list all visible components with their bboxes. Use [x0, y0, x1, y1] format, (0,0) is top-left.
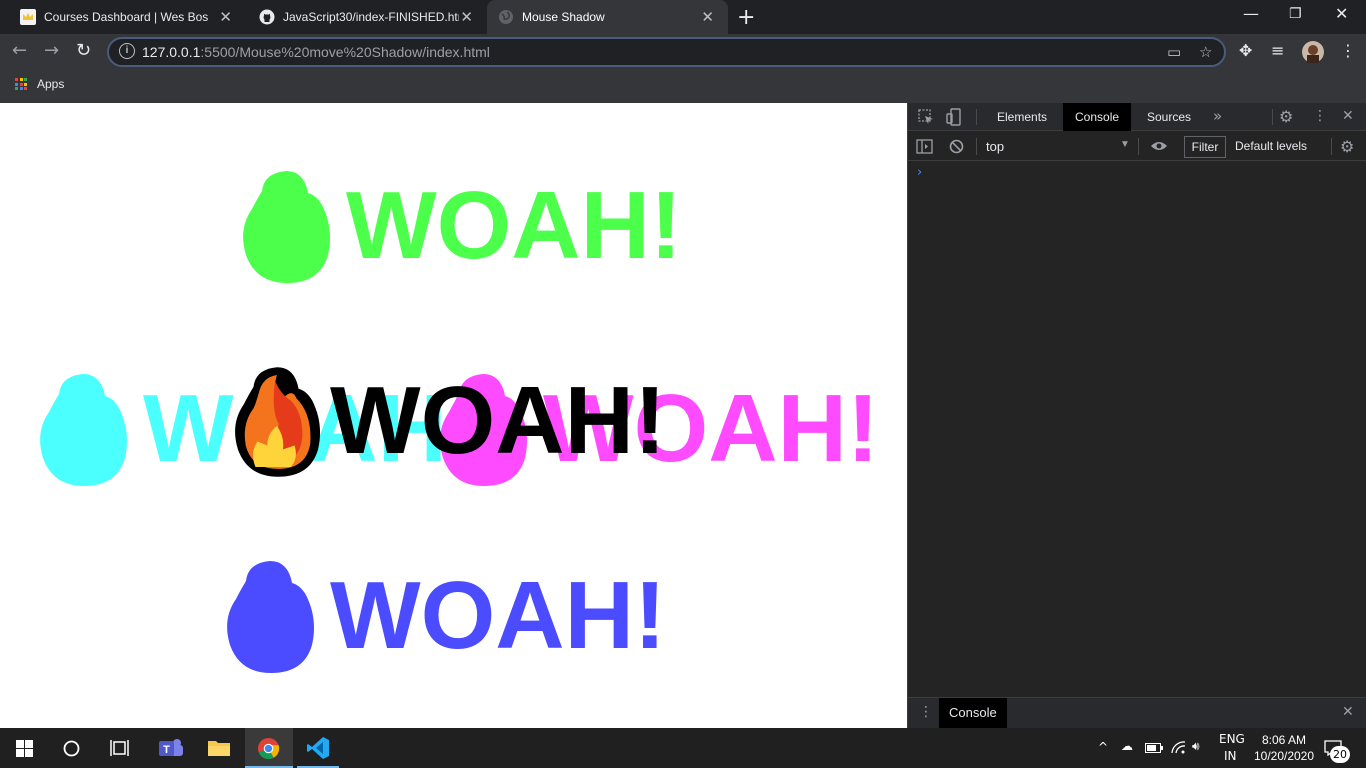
- sidebar-toggle-icon[interactable]: [916, 139, 933, 154]
- bookmarks-bar: Apps: [0, 70, 1366, 103]
- drawer-close-icon[interactable]: ✕: [1342, 704, 1354, 720]
- filter-input[interactable]: Filter: [1184, 136, 1226, 158]
- devtools-close-icon[interactable]: ✕: [1342, 108, 1354, 124]
- tab-elements[interactable]: Elements: [985, 103, 1059, 131]
- search-icon[interactable]: [63, 740, 80, 757]
- separator: [1331, 138, 1332, 155]
- url-text[interactable]: 127.0.0.1:5500/Mouse%20move%20Shadow/ind…: [142, 44, 490, 60]
- text-shadow-top: WOAH!: [242, 169, 682, 283]
- volume-icon[interactable]: 🔊︎: [1192, 739, 1200, 754]
- close-icon[interactable]: ✕: [701, 8, 714, 26]
- tab-title: Courses Dashboard | Wes Bos: [44, 10, 209, 24]
- tab-sources[interactable]: Sources: [1135, 103, 1203, 131]
- console-settings-gear-icon[interactable]: ⚙: [1340, 137, 1354, 156]
- context-selector[interactable]: top: [986, 139, 1004, 154]
- back-arrow-icon[interactable]: ←: [12, 40, 27, 61]
- cast-icon[interactable]: ▭: [1167, 43, 1181, 61]
- teams-icon[interactable]: T: [158, 737, 184, 759]
- github-icon: [259, 9, 275, 25]
- region-indicator[interactable]: IN: [1224, 749, 1237, 763]
- clear-console-icon[interactable]: [949, 139, 964, 154]
- settings-gear-icon[interactable]: ⚙: [1279, 107, 1293, 126]
- devtools-menu-icon[interactable]: ⋮: [1313, 108, 1327, 124]
- language-indicator[interactable]: ENG: [1219, 732, 1245, 746]
- forward-arrow-icon[interactable]: →: [44, 40, 59, 61]
- tab-javascript30[interactable]: JavaScript30/index-FINISHED.html ✕: [246, 0, 487, 34]
- media-control-icon[interactable]: ≡: [1271, 41, 1284, 60]
- fire-icon-shadow: [227, 561, 314, 673]
- tab-title: JavaScript30/index-FINISHED.html: [283, 10, 459, 24]
- extensions-puzzle-icon[interactable]: ✥: [1239, 41, 1252, 60]
- chrome-icon: [257, 737, 280, 760]
- separator: [1138, 138, 1139, 155]
- eye-icon[interactable]: [1150, 140, 1168, 152]
- tab-courses-dashboard[interactable]: Courses Dashboard | Wes Bos ✕: [0, 0, 246, 34]
- crown-favicon-icon: [20, 9, 36, 25]
- globe-icon: [499, 10, 513, 24]
- clock[interactable]: 8:06 AM 10/20/2020: [1244, 732, 1324, 764]
- minimize-button[interactable]: —: [1243, 4, 1259, 23]
- reload-icon[interactable]: ↻: [76, 40, 91, 61]
- menu-kebab-icon[interactable]: ⋮: [1340, 41, 1356, 60]
- battery-icon[interactable]: [1145, 743, 1163, 753]
- chrome-taskbar-item[interactable]: [245, 728, 293, 768]
- console-toolbar: top ▼ Filter Default levels ⚙: [908, 132, 1366, 161]
- windows-start-icon[interactable]: [16, 740, 33, 757]
- notification-count-badge: 20: [1330, 746, 1350, 763]
- tab-mouse-shadow[interactable]: Mouse Shadow ✕: [487, 0, 728, 34]
- drawer-menu-icon[interactable]: ⋮: [919, 704, 933, 720]
- devtools-panel: Elements Console Sources » ⚙ ⋮ ✕ top ▼ F…: [907, 103, 1366, 728]
- svg-text:T: T: [163, 744, 170, 756]
- apps-shortcut[interactable]: Apps: [15, 77, 64, 91]
- woah-text: WOAH!: [330, 367, 666, 474]
- site-info-icon[interactable]: i: [119, 43, 135, 59]
- bookmark-star-icon[interactable]: ☆: [1199, 43, 1212, 61]
- separator: [976, 109, 977, 125]
- page-viewport[interactable]: WOAH! WOAH! WOAH! WOAH! WOAH!: [0, 103, 907, 728]
- close-icon[interactable]: ✕: [460, 8, 473, 26]
- device-toolbar-icon[interactable]: [946, 108, 964, 126]
- text-shadow-bottom: WOAH!: [226, 559, 666, 673]
- task-view-icon[interactable]: [110, 739, 129, 757]
- fire-icon-shadow: [40, 374, 127, 486]
- woah-text: WOAH!: [346, 172, 682, 279]
- apps-grid-icon: [15, 78, 27, 90]
- tray-overflow-icon[interactable]: ^: [1098, 740, 1108, 754]
- windows-taskbar: T ^ ☁ 🔊︎ ENG IN 8:06 AM 10/20/2020 20: [0, 728, 1366, 768]
- close-icon[interactable]: ✕: [219, 8, 232, 26]
- file-explorer-icon[interactable]: [207, 738, 231, 758]
- more-tabs-icon[interactable]: »: [1213, 107, 1222, 125]
- devtools-drawer: ⋮ Console ✕: [908, 697, 1366, 728]
- tab-console[interactable]: Console: [1063, 103, 1132, 131]
- separator: [976, 138, 977, 155]
- tab-title: Mouse Shadow: [522, 10, 605, 24]
- apps-label: Apps: [37, 77, 65, 91]
- vscode-taskbar-item[interactable]: [297, 728, 339, 768]
- time-text: 8:06 AM: [1261, 733, 1307, 747]
- main-heading: WOAH!: [234, 364, 666, 478]
- new-tab-button[interactable]: +: [737, 5, 755, 30]
- wifi-icon[interactable]: [1171, 741, 1186, 754]
- fire-icon-shadow: [243, 171, 330, 283]
- vscode-icon: [307, 737, 329, 759]
- profile-avatar[interactable]: [1302, 41, 1324, 63]
- window-close-button[interactable]: ✕: [1335, 4, 1348, 23]
- drawer-tab-console[interactable]: Console: [939, 698, 1007, 728]
- chevron-down-icon[interactable]: ▼: [1120, 139, 1130, 150]
- url-path: :5500/Mouse%20move%20Shadow/index.html: [200, 44, 490, 60]
- console-prompt-icon[interactable]: ›: [917, 165, 922, 180]
- address-bar[interactable]: i 127.0.0.1:5500/Mouse%20move%20Shadow/i…: [107, 37, 1226, 67]
- inspect-element-icon[interactable]: [918, 109, 934, 125]
- devtools-tab-bar: Elements Console Sources » ⚙ ⋮ ✕: [908, 103, 1366, 131]
- woah-text: WOAH!: [330, 562, 666, 669]
- log-levels-dropdown[interactable]: Default levels: [1235, 139, 1307, 153]
- fire-icon: [235, 367, 321, 477]
- url-host: 127.0.0.1: [142, 44, 201, 60]
- browser-tab-strip: Courses Dashboard | Wes Bos ✕ JavaScript…: [0, 0, 1366, 34]
- onedrive-cloud-icon[interactable]: ☁: [1121, 739, 1133, 753]
- date-text: 10/20/2020: [1253, 749, 1315, 763]
- restore-button[interactable]: ❐: [1289, 6, 1302, 22]
- separator: [1272, 109, 1273, 125]
